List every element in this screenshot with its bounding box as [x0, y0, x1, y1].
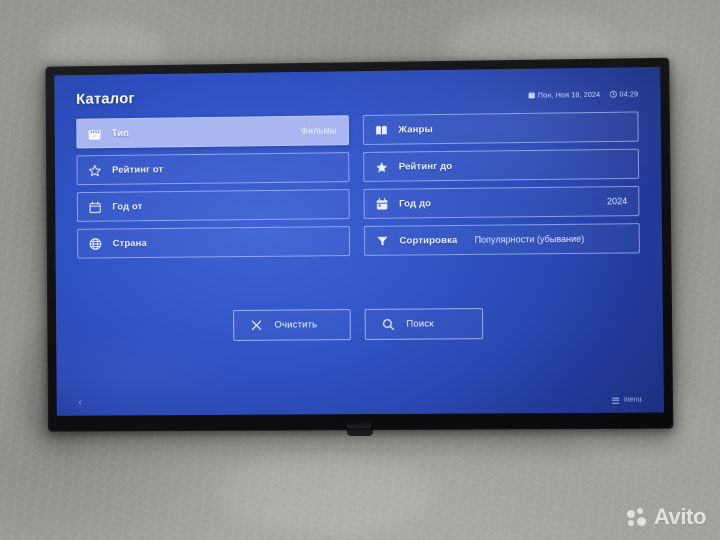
action-buttons: Очистить Поиск: [78, 307, 641, 342]
clock-icon: [609, 91, 616, 98]
filter-row-year-to[interactable]: Год до 2024: [362, 185, 640, 219]
filter-label-sort: Сортировка: [399, 234, 458, 247]
clear-button[interactable]: Очистить: [232, 309, 351, 341]
book-icon: [374, 123, 387, 136]
magnifier-icon: [381, 318, 394, 331]
star-filled-icon: [375, 160, 388, 173]
filter-label-year-from: Год от: [112, 200, 143, 213]
status-time-text: 04:29: [619, 89, 639, 99]
page-title: Каталог: [76, 90, 135, 108]
filter-value-type: Фильмы: [300, 125, 337, 136]
menu-bars-icon: [612, 397, 620, 404]
menu-hint-label: menu: [623, 396, 642, 404]
avito-logo-icon: [626, 507, 648, 527]
filter-row-rating-from[interactable]: Рейтинг от: [76, 152, 349, 186]
filter-label-rating-to: Рейтинг до: [398, 160, 453, 173]
clapperboard-icon: [88, 127, 101, 140]
catalog-screen: Каталог Пон, Ноя 18, 2024 04:29 Тип Филь…: [54, 67, 664, 416]
tv-screen: Каталог Пон, Ноя 18, 2024 04:29 Тип Филь…: [54, 66, 665, 416]
filter-value-year-to: 2024: [606, 196, 628, 207]
status-date: Пон, Ноя 18, 2024: [528, 89, 601, 100]
clear-button-label: Очистить: [274, 319, 318, 331]
filter-row-type[interactable]: Тип Фильмы: [76, 115, 349, 149]
filter-label-rating-from: Рейтинг от: [112, 163, 164, 176]
filter-label-type: Тип: [111, 127, 130, 139]
filter-row-genres[interactable]: Жанры: [362, 111, 639, 145]
globe-icon: [89, 237, 102, 250]
filter-label-year-to: Год до: [399, 197, 432, 210]
filter-row-sort[interactable]: Сортировка Популярности (убывание): [363, 223, 640, 256]
star-outline-icon: [88, 164, 101, 177]
search-button[interactable]: Поиск: [364, 308, 483, 340]
filter-grid: Тип Фильмы Жанры Рейтинг от Рейтинг до Год от…: [76, 111, 640, 259]
status-date-text: Пон, Ноя 18, 2024: [537, 89, 601, 100]
back-chevron-icon[interactable]: ‹: [78, 397, 82, 409]
avito-watermark: Avito: [626, 504, 707, 529]
filter-row-year-from[interactable]: Год от: [76, 189, 350, 222]
filter-value-sort: Популярности (убывание): [474, 233, 585, 245]
television: Каталог Пон, Ноя 18, 2024 04:29 Тип Филь…: [45, 57, 674, 432]
status-bar: Пон, Ноя 18, 2024 04:29: [528, 89, 639, 102]
status-time: 04:29: [609, 89, 639, 99]
calendar-outline-icon: [89, 200, 102, 213]
calendar-icon: [528, 91, 535, 99]
close-x-icon: [249, 319, 262, 332]
search-button-label: Поиск: [406, 318, 434, 330]
filter-label-genres: Жанры: [398, 123, 433, 136]
filter-label-country: Страна: [112, 237, 147, 249]
avito-wordmark: Avito: [653, 504, 707, 529]
filter-row-country[interactable]: Страна: [77, 226, 350, 259]
screen-footer: ‹ menu: [78, 394, 642, 409]
filter-row-rating-to[interactable]: Рейтинг до: [362, 148, 640, 182]
menu-hint[interactable]: menu: [612, 396, 642, 404]
filter-icon: [375, 234, 388, 247]
screen-header: Каталог Пон, Ноя 18, 2024 04:29: [76, 83, 639, 108]
ir-sensor-nub: [345, 421, 372, 429]
calendar-filled-icon: [375, 197, 388, 210]
